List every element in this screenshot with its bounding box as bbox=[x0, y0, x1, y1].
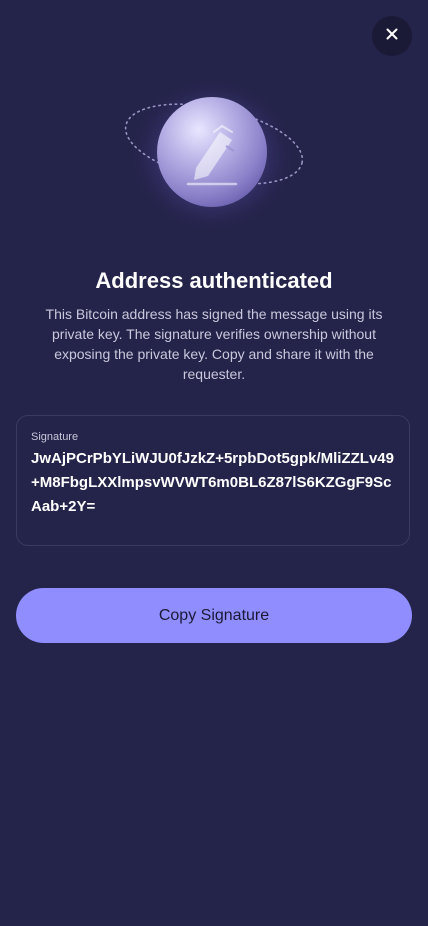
close-button[interactable] bbox=[372, 16, 412, 56]
description-text: This Bitcoin address has signed the mess… bbox=[45, 306, 383, 382]
signature-result-screen: Address authenticated This Bitcoin addre… bbox=[0, 0, 428, 926]
signature-illustration bbox=[0, 70, 428, 250]
signature-label: Signature bbox=[31, 431, 79, 443]
close-icon bbox=[386, 27, 398, 45]
signature-card: Signature JwAjPCrPbYLiWJU0fJzkZ+5rpbDot5… bbox=[16, 415, 410, 546]
page-title: Address authenticated bbox=[95, 268, 333, 293]
copy-signature-button[interactable]: Copy Signature bbox=[16, 588, 412, 643]
signature-value[interactable]: JwAjPCrPbYLiWJU0fJzkZ+5rpbDot5gpk/MliZZL… bbox=[31, 447, 395, 519]
